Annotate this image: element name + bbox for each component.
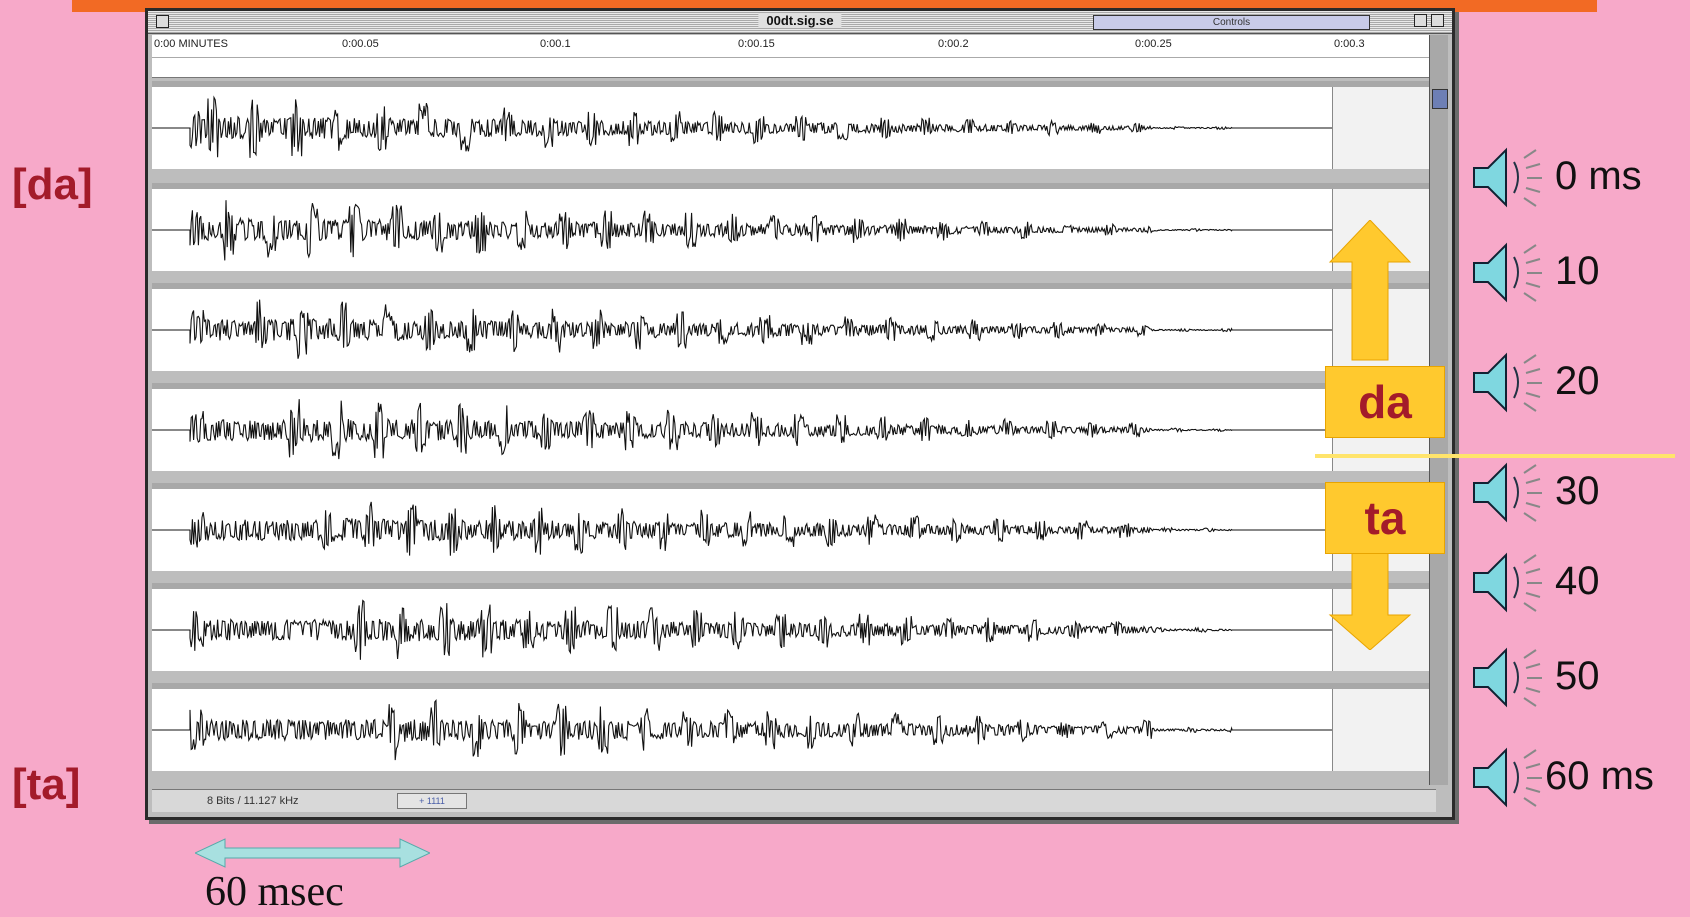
ruler-tick: 0:00.05 bbox=[342, 38, 379, 50]
close-box[interactable] bbox=[156, 15, 169, 28]
status-bar: 8 Bits / 11.127 kHz + 1111 bbox=[152, 789, 1436, 812]
waveform bbox=[152, 501, 1332, 556]
vot-label: 20 bbox=[1555, 359, 1600, 403]
vot-label: 40 bbox=[1555, 559, 1600, 603]
ruler-tick: 0:00.3 bbox=[1334, 38, 1365, 50]
ruler-tick: 0:00.2 bbox=[938, 38, 969, 50]
waveform-track[interactable] bbox=[152, 383, 1437, 471]
label-da: [da] bbox=[12, 160, 93, 209]
up-arrow bbox=[1328, 220, 1412, 361]
ruler-tick: 0:00.15 bbox=[738, 38, 775, 50]
ruler-tick: 0:00.25 bbox=[1135, 38, 1172, 50]
format-label: 8 Bits / 11.127 kHz bbox=[207, 795, 299, 807]
category-boundary-line bbox=[1315, 454, 1675, 458]
waveform-track[interactable] bbox=[152, 283, 1437, 371]
waveform-path bbox=[152, 299, 1332, 359]
waveform bbox=[152, 200, 1332, 261]
waveform bbox=[152, 399, 1332, 460]
waveform-path bbox=[152, 95, 1332, 158]
waveform-path bbox=[152, 200, 1332, 261]
ta-box: ta bbox=[1325, 482, 1445, 554]
waveform-path bbox=[152, 501, 1332, 556]
speaker-icon[interactable] bbox=[1470, 545, 1545, 620]
speaker-icon[interactable] bbox=[1470, 640, 1545, 715]
scale-bar-arrow bbox=[195, 838, 430, 868]
ruler-baseline bbox=[152, 57, 1436, 58]
waveform-track[interactable] bbox=[152, 81, 1437, 169]
ruler-tick: 0:00.1 bbox=[540, 38, 571, 50]
da-box: da bbox=[1325, 366, 1445, 438]
zoom-control[interactable]: + 1111 bbox=[397, 793, 467, 809]
collapse-box[interactable] bbox=[1431, 14, 1444, 27]
label-ta: [ta] bbox=[12, 760, 81, 809]
waveform-track[interactable] bbox=[152, 683, 1437, 771]
speaker-icon[interactable] bbox=[1470, 455, 1545, 530]
controls-button[interactable]: Controls bbox=[1093, 15, 1370, 30]
speaker-icon[interactable] bbox=[1470, 140, 1545, 215]
waveform-track[interactable] bbox=[152, 583, 1437, 671]
track-margin bbox=[1332, 689, 1437, 771]
waveform-tracks[interactable] bbox=[152, 81, 1437, 785]
waveform-path bbox=[152, 599, 1332, 660]
waveform bbox=[152, 699, 1332, 761]
sound-editor-window: 00dt.sig.se Controls 0:00 MINUTES 0:00.0… bbox=[145, 8, 1455, 820]
waveform-path bbox=[152, 699, 1332, 761]
track-margin bbox=[1332, 87, 1437, 169]
vot-label: 0 ms bbox=[1555, 154, 1642, 198]
ruler-tick: 0:00 MINUTES bbox=[154, 38, 228, 50]
waveform-path bbox=[152, 399, 1332, 460]
waveform bbox=[152, 95, 1332, 158]
vot-label: 60 ms bbox=[1545, 754, 1654, 798]
scale-bar-label: 60 msec bbox=[205, 869, 344, 915]
window-titlebar[interactable]: 00dt.sig.se Controls bbox=[148, 11, 1452, 34]
waveform bbox=[152, 299, 1332, 359]
vot-label: 10 bbox=[1555, 249, 1600, 293]
speaker-icon[interactable] bbox=[1470, 740, 1545, 815]
waveform-track[interactable] bbox=[152, 183, 1437, 271]
vot-label: 50 bbox=[1555, 654, 1600, 698]
speaker-icon[interactable] bbox=[1470, 345, 1545, 420]
time-ruler: 0:00 MINUTES 0:00.05 0:00.1 0:00.15 0:00… bbox=[152, 35, 1436, 78]
vot-label: 30 bbox=[1555, 469, 1600, 513]
waveform bbox=[152, 599, 1332, 660]
window-title: 00dt.sig.se bbox=[758, 13, 842, 28]
window-zoom-boxes[interactable] bbox=[1410, 14, 1444, 32]
speaker-icon[interactable] bbox=[1470, 235, 1545, 310]
waveform-track[interactable] bbox=[152, 483, 1437, 571]
scroll-thumb[interactable] bbox=[1432, 89, 1448, 109]
zoom-box[interactable] bbox=[1414, 14, 1427, 27]
